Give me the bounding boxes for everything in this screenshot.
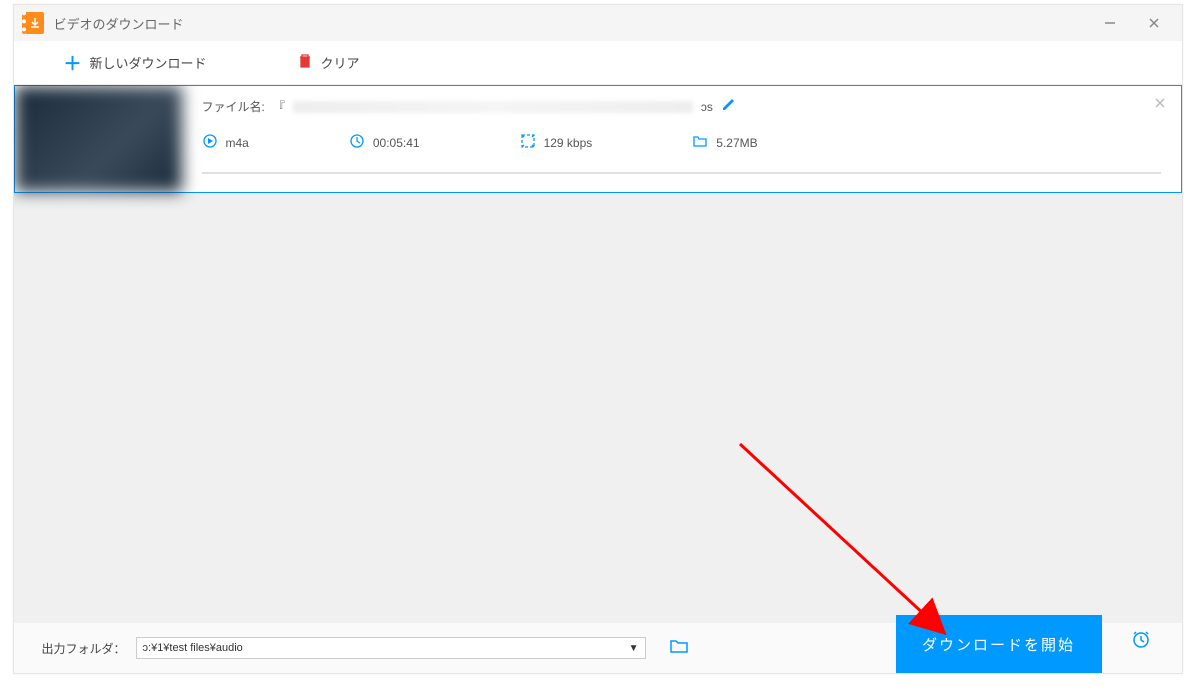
video-thumbnail [15, 86, 182, 192]
item-details: ファイル名: 『 ɔs m4a [182, 86, 1181, 192]
filename-suffix: ɔs [701, 100, 713, 114]
meta-row: m4a 00:05:41 129 kbps [202, 133, 1161, 152]
new-download-button[interactable]: ＋ 新しいダウンロード [64, 50, 207, 76]
output-folder-path: ɔ:¥1¥test files¥audio [143, 642, 243, 654]
bitrate-value: 129 kbps [544, 136, 593, 150]
clear-button[interactable]: クリア [297, 53, 360, 72]
clear-label: クリア [321, 53, 360, 72]
duration-meta: 00:05:41 [349, 133, 420, 152]
progress-bar [202, 172, 1161, 174]
size-meta: 5.27MB [692, 133, 757, 152]
format-meta: m4a [202, 133, 249, 152]
toolbar: ＋ 新しいダウンロード クリア [14, 41, 1182, 85]
trash-icon [297, 53, 313, 72]
format-value: m4a [226, 136, 249, 150]
app-window: ビデオのダウンロード ＋ 新しいダウンロード クリア [13, 4, 1183, 674]
browse-folder-button[interactable] [668, 635, 690, 662]
schedule-button[interactable] [1130, 628, 1152, 655]
new-download-label: 新しいダウンロード [90, 53, 207, 72]
folder-icon [692, 133, 708, 152]
size-value: 5.27MB [716, 136, 757, 150]
plus-icon: ＋ [64, 50, 82, 76]
format-icon [202, 133, 218, 152]
clock-icon [349, 133, 365, 152]
start-download-button[interactable]: ダウンロードを開始 [896, 615, 1102, 673]
output-folder-input[interactable]: ɔ:¥1¥test files¥audio ▼ [136, 637, 646, 659]
window-title: ビデオのダウンロード [54, 14, 1100, 33]
start-download-label: ダウンロードを開始 [922, 634, 1075, 655]
titlebar: ビデオのダウンロード [14, 5, 1182, 41]
download-item[interactable]: ファイル名: 『 ɔs m4a [14, 85, 1182, 193]
remove-item-button[interactable] [1153, 96, 1167, 115]
dropdown-caret-icon: ▼ [629, 643, 639, 654]
filename-redacted [293, 101, 693, 113]
output-folder-label: 出力フォルダ： [42, 640, 126, 657]
filename-label: ファイル名: [202, 98, 265, 115]
close-button[interactable] [1144, 13, 1164, 33]
resolution-icon [520, 133, 536, 152]
filename-prefix: 『 [273, 98, 285, 115]
footer: 出力フォルダ： ɔ:¥1¥test files¥audio ▼ ダウンロードを開… [14, 623, 1182, 673]
content-area: ファイル名: 『 ɔs m4a [14, 85, 1182, 623]
window-controls [1100, 13, 1164, 33]
minimize-button[interactable] [1100, 13, 1120, 33]
bitrate-meta: 129 kbps [520, 133, 593, 152]
app-icon [22, 12, 44, 34]
edit-filename-button[interactable] [721, 98, 735, 115]
duration-value: 00:05:41 [373, 136, 420, 150]
filename-row: ファイル名: 『 ɔs [202, 98, 1161, 115]
